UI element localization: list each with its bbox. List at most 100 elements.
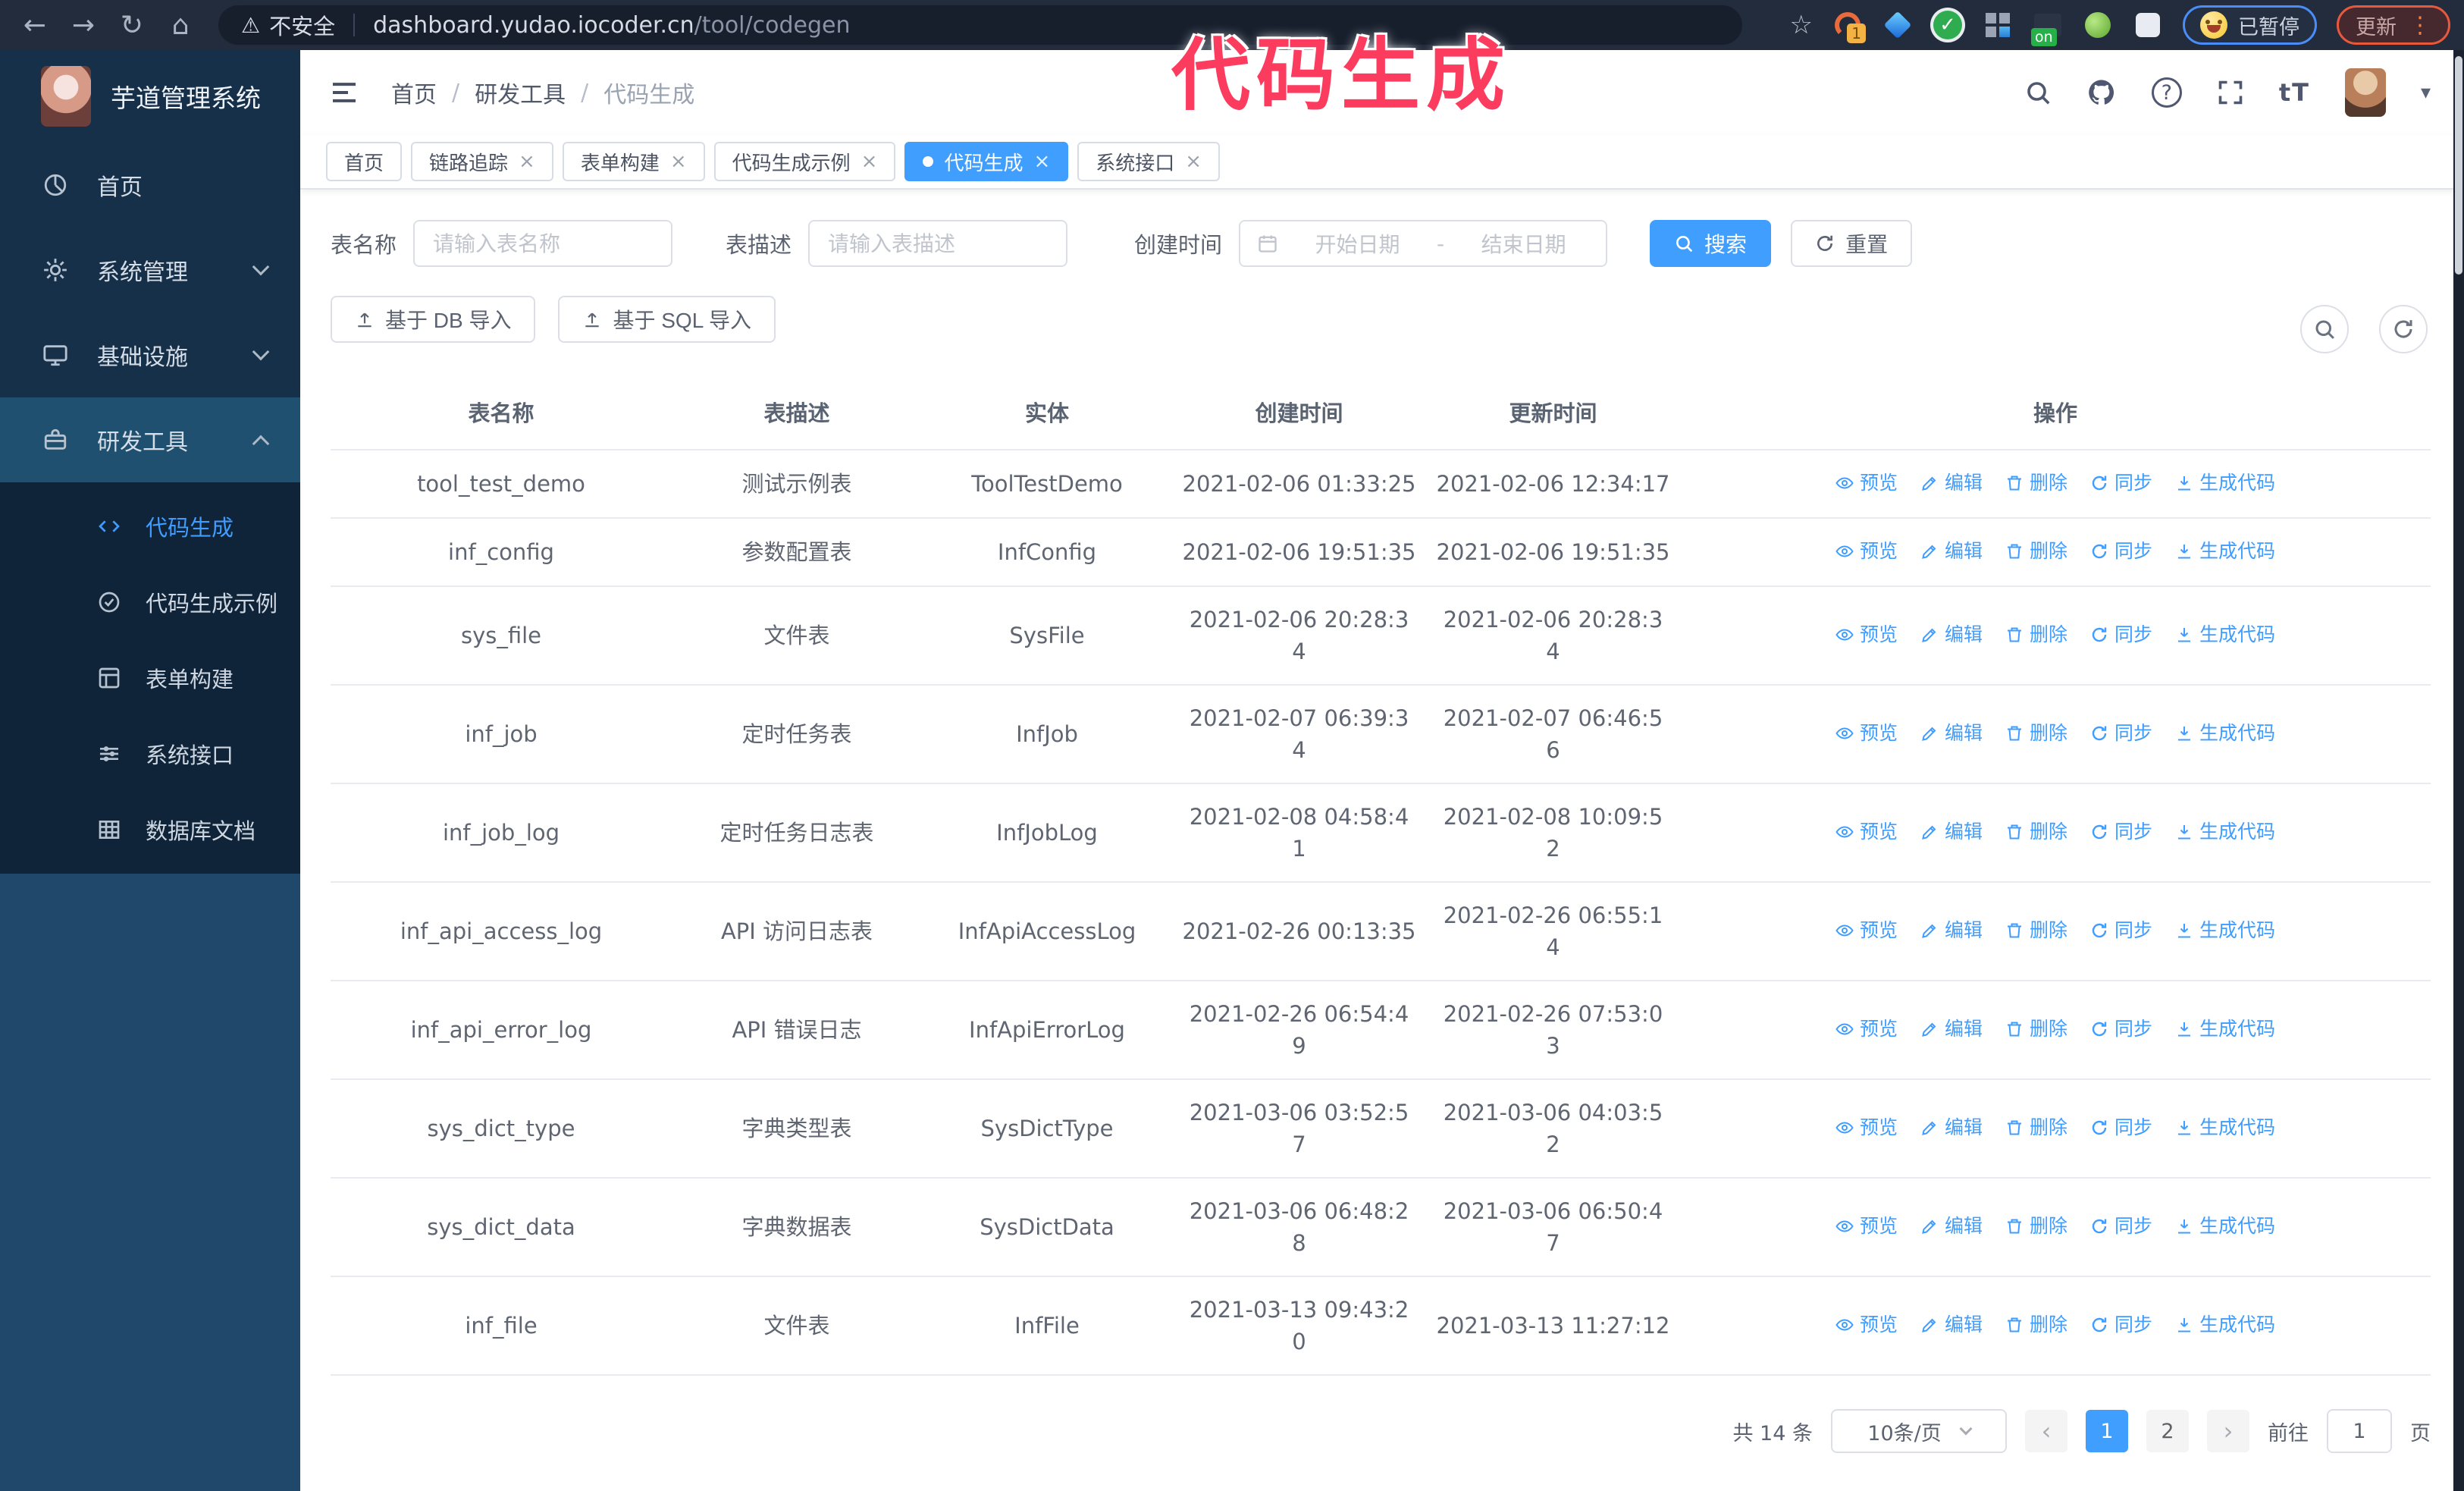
sync-link[interactable]: 同步 bbox=[2090, 619, 2152, 651]
search-button[interactable]: 搜索 bbox=[1650, 220, 1772, 267]
sync-link[interactable]: 同步 bbox=[2090, 1013, 2152, 1045]
reset-button[interactable]: 重置 bbox=[1791, 220, 1913, 267]
close-icon[interactable]: × bbox=[861, 150, 878, 173]
sidebar-item-infra[interactable]: 基础设施 bbox=[0, 312, 300, 397]
extension-gem-icon[interactable] bbox=[1882, 10, 1913, 40]
delete-link[interactable]: 删除 bbox=[2005, 535, 2067, 567]
back-icon[interactable]: ← bbox=[11, 10, 59, 41]
sidebar-item-codegen[interactable]: 代码生成 bbox=[0, 488, 300, 564]
tab-tracing[interactable]: 链路追踪 × bbox=[411, 142, 553, 181]
tab-codegen[interactable]: 代码生成 × bbox=[904, 142, 1069, 181]
security-label[interactable]: 不安全 bbox=[269, 9, 335, 41]
preview-link[interactable]: 预览 bbox=[1835, 915, 1898, 946]
end-date-placeholder[interactable]: 结束日期 bbox=[1458, 228, 1589, 259]
avatar[interactable] bbox=[2344, 68, 2386, 117]
extension-green-icon[interactable] bbox=[2083, 10, 2113, 40]
preview-link[interactable]: 预览 bbox=[1835, 1112, 1898, 1144]
generate-code-link[interactable]: 生成代码 bbox=[2175, 619, 2275, 651]
extension-grid-icon[interactable] bbox=[1983, 10, 2013, 40]
prev-page-button[interactable]: ‹ bbox=[2025, 1410, 2067, 1452]
tab-system-api[interactable]: 系统接口 × bbox=[1077, 142, 1221, 181]
sync-link[interactable]: 同步 bbox=[2090, 1309, 2152, 1341]
sidebar-item-codegen-example[interactable]: 代码生成示例 bbox=[0, 564, 300, 640]
search-icon[interactable] bbox=[2024, 79, 2052, 106]
import-db-button[interactable]: 基于 DB 导入 bbox=[331, 296, 536, 343]
edit-link[interactable]: 编辑 bbox=[1920, 467, 1983, 499]
edit-link[interactable]: 编辑 bbox=[1920, 717, 1983, 749]
generate-code-link[interactable]: 生成代码 bbox=[2175, 535, 2275, 567]
preview-link[interactable]: 预览 bbox=[1835, 1013, 1898, 1045]
edit-link[interactable]: 编辑 bbox=[1920, 1309, 1983, 1341]
page-button-1[interactable]: 1 bbox=[2086, 1410, 2128, 1452]
next-page-button[interactable]: › bbox=[2207, 1410, 2249, 1452]
preview-link[interactable]: 预览 bbox=[1835, 619, 1898, 651]
close-icon[interactable]: × bbox=[1033, 150, 1050, 173]
generate-code-link[interactable]: 生成代码 bbox=[2175, 1112, 2275, 1144]
page-button-2[interactable]: 2 bbox=[2146, 1410, 2189, 1452]
address-bar[interactable]: ⚠ 不安全 dashboard.yudao.iocoder.cn /tool/c… bbox=[218, 5, 1742, 45]
tab-form-builder[interactable]: 表单构建 × bbox=[562, 142, 705, 181]
delete-link[interactable]: 删除 bbox=[2005, 1013, 2067, 1045]
preview-link[interactable]: 预览 bbox=[1835, 717, 1898, 749]
sidebar-item-form-builder[interactable]: 表单构建 bbox=[0, 640, 300, 716]
generate-code-link[interactable]: 生成代码 bbox=[2175, 1210, 2275, 1242]
edit-link[interactable]: 编辑 bbox=[1920, 1210, 1983, 1242]
font-size-icon[interactable]: tT bbox=[2279, 78, 2310, 107]
generate-code-link[interactable]: 生成代码 bbox=[2175, 1013, 2275, 1045]
preview-link[interactable]: 预览 bbox=[1835, 467, 1898, 499]
preview-link[interactable]: 预览 bbox=[1835, 816, 1898, 848]
sync-link[interactable]: 同步 bbox=[2090, 535, 2152, 567]
tab-codegen-example[interactable]: 代码生成示例 × bbox=[713, 142, 896, 181]
delete-link[interactable]: 删除 bbox=[2005, 1112, 2067, 1144]
delete-link[interactable]: 删除 bbox=[2005, 619, 2067, 651]
sidebar-item-db-doc[interactable]: 数据库文档 bbox=[0, 792, 300, 868]
sync-link[interactable]: 同步 bbox=[2090, 717, 2152, 749]
app-logo-row[interactable]: 芋道管理系统 bbox=[0, 50, 300, 143]
kebab-menu-icon[interactable]: ⋮ bbox=[2409, 12, 2431, 39]
delete-link[interactable]: 删除 bbox=[2005, 1210, 2067, 1242]
page-size-select[interactable]: 10条/页 bbox=[1831, 1409, 2007, 1453]
toggle-search-button[interactable] bbox=[2300, 305, 2349, 353]
caret-down-icon[interactable]: ▾ bbox=[2421, 81, 2431, 104]
generate-code-link[interactable]: 生成代码 bbox=[2175, 467, 2275, 499]
close-icon[interactable]: × bbox=[519, 150, 535, 173]
edit-link[interactable]: 编辑 bbox=[1920, 619, 1983, 651]
fullscreen-icon[interactable] bbox=[2217, 79, 2244, 106]
preview-link[interactable]: 预览 bbox=[1835, 1210, 1898, 1242]
extension-icon[interactable]: 1 bbox=[1832, 10, 1866, 43]
sidebar-item-system-api[interactable]: 系统接口 bbox=[0, 716, 300, 792]
delete-link[interactable]: 删除 bbox=[2005, 915, 2067, 946]
extensions-puzzle-icon[interactable] bbox=[2133, 10, 2163, 40]
generate-code-link[interactable]: 生成代码 bbox=[2175, 915, 2275, 946]
delete-link[interactable]: 删除 bbox=[2005, 1309, 2067, 1341]
breadcrumb-devtools[interactable]: 研发工具 bbox=[475, 76, 566, 109]
close-icon[interactable]: × bbox=[670, 150, 687, 173]
tab-home[interactable]: 首页 bbox=[326, 142, 403, 181]
sync-link[interactable]: 同步 bbox=[2090, 816, 2152, 848]
extension-on-icon[interactable]: on bbox=[2031, 10, 2063, 46]
help-icon[interactable]: ? bbox=[2151, 77, 2182, 108]
bookmark-star-icon[interactable]: ☆ bbox=[1790, 10, 1813, 40]
sidebar-item-devtools[interactable]: 研发工具 bbox=[0, 397, 300, 482]
edit-link[interactable]: 编辑 bbox=[1920, 535, 1983, 567]
close-icon[interactable]: × bbox=[1185, 150, 1202, 173]
scrollbar[interactable] bbox=[2453, 50, 2464, 1491]
preview-link[interactable]: 预览 bbox=[1835, 1309, 1898, 1341]
preview-link[interactable]: 预览 bbox=[1835, 535, 1898, 567]
date-range-picker[interactable]: 开始日期 - 结束日期 bbox=[1239, 220, 1608, 267]
generate-code-link[interactable]: 生成代码 bbox=[2175, 1309, 2275, 1341]
sync-link[interactable]: 同步 bbox=[2090, 1112, 2152, 1144]
profile-paused-pill[interactable]: 已暂停 bbox=[2183, 5, 2317, 45]
table-desc-input[interactable] bbox=[808, 220, 1068, 267]
generate-code-link[interactable]: 生成代码 bbox=[2175, 717, 2275, 749]
delete-link[interactable]: 删除 bbox=[2005, 467, 2067, 499]
sync-link[interactable]: 同步 bbox=[2090, 915, 2152, 946]
sidebar-item-system[interactable]: 系统管理 bbox=[0, 228, 300, 312]
edit-link[interactable]: 编辑 bbox=[1920, 1013, 1983, 1045]
edit-link[interactable]: 编辑 bbox=[1920, 816, 1983, 848]
sync-link[interactable]: 同步 bbox=[2090, 467, 2152, 499]
github-icon[interactable] bbox=[2086, 77, 2117, 108]
edit-link[interactable]: 编辑 bbox=[1920, 1112, 1983, 1144]
home-icon[interactable]: ⌂ bbox=[156, 10, 205, 41]
reload-icon[interactable]: ↻ bbox=[108, 10, 156, 41]
